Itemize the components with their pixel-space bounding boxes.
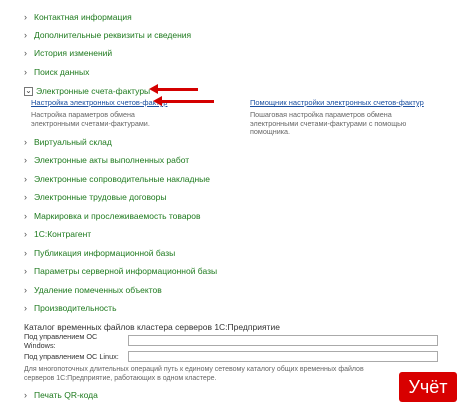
chevron-down-icon [24, 86, 33, 96]
watermark-logo: Учёт [399, 372, 457, 402]
red-arrow-annotation [149, 84, 198, 94]
menu-item-delete-marked[interactable]: › Удаление помеченных объектов [24, 283, 162, 297]
menu-item-performance[interactable]: › Производительность [24, 301, 117, 315]
chevron-right-icon: › [24, 192, 27, 202]
einvoice-settings-link[interactable]: Настройка электронных счетов-фактур [31, 98, 167, 107]
einvoice-wizard-link[interactable]: Помощник настройки электронных счетов-фа… [250, 98, 424, 107]
chevron-right-icon: › [24, 229, 27, 239]
chevron-right-icon: › [24, 12, 27, 22]
menu-item-additional-details[interactable]: › Дополнительные реквизиты и сведения [24, 28, 191, 42]
menu-item-work-acts[interactable]: › Электронные акты выполненных работ [24, 153, 189, 167]
menu-item-1c-counterparty[interactable]: › 1С:Контрагент [24, 227, 91, 241]
chevron-right-icon: › [24, 67, 27, 77]
chevron-right-icon: › [24, 266, 27, 276]
linux-path-label: Под управлением ОС Linux: [24, 352, 119, 361]
menu-item-contact-info[interactable]: › Контактная информация [24, 10, 132, 24]
menu-item-labor-contracts[interactable]: › Электронные трудовые договоры [24, 190, 166, 204]
menu-item-electronic-invoices[interactable]: Электронные счета-фактуры [24, 84, 150, 98]
einvoice-settings-description: Настройка параметров обмена электронными… [31, 110, 150, 128]
chevron-right-icon: › [24, 30, 27, 40]
chevron-right-icon: › [24, 48, 27, 58]
chevron-right-icon: › [24, 390, 27, 400]
linux-path-row: Под управлением ОС Linux: [24, 350, 438, 363]
menu-item-virtual-warehouse[interactable]: › Виртуальный склад [24, 135, 112, 149]
chevron-right-icon: › [24, 211, 27, 221]
einvoice-wizard-description: Пошаговая настройка параметров обмена эл… [250, 110, 407, 136]
cluster-hint: Для многопоточных длительных операций пу… [24, 366, 364, 382]
chevron-right-icon: › [24, 137, 27, 147]
menu-item-change-history[interactable]: › История изменений [24, 46, 112, 60]
menu-item-server-parameters[interactable]: › Параметры серверной информационной баз… [24, 264, 217, 278]
windows-path-label: Под управлением ОС Windows: [24, 331, 98, 350]
windows-path-row: Под управлением ОС Windows: [24, 331, 438, 350]
cluster-temp-dir-title: Каталог временных файлов кластера сервер… [24, 322, 280, 332]
chevron-right-icon: › [24, 174, 27, 184]
windows-path-input[interactable] [128, 335, 438, 346]
menu-item-labeling[interactable]: › Маркировка и прослеживаемость товаров [24, 209, 201, 223]
menu-item-waybills[interactable]: › Электронные сопроводительные накладные [24, 172, 210, 186]
menu-item-infobase-publication[interactable]: › Публикация информационной базы [24, 246, 175, 260]
chevron-right-icon: › [24, 248, 27, 258]
chevron-right-icon: › [24, 303, 27, 313]
menu-item-print-qr[interactable]: › Печать QR-кода [24, 388, 98, 402]
chevron-right-icon: › [24, 285, 27, 295]
menu-item-data-search[interactable]: › Поиск данных [24, 65, 89, 79]
linux-path-input[interactable] [128, 351, 438, 362]
chevron-right-icon: › [24, 155, 27, 165]
red-arrow-annotation [153, 96, 214, 106]
